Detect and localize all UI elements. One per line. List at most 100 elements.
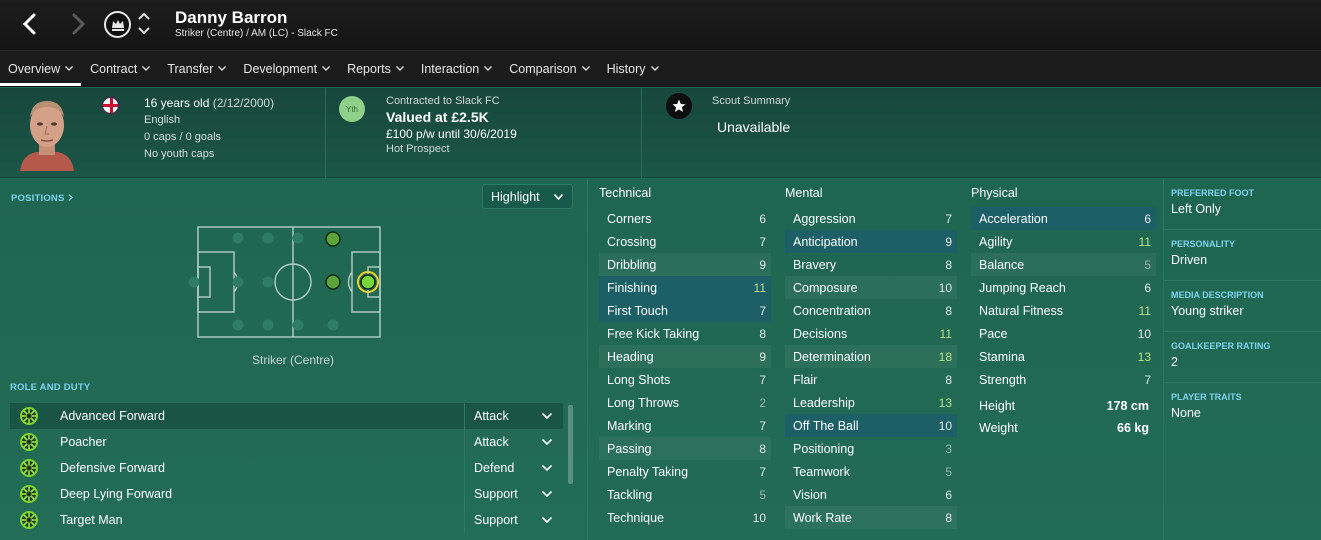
forward-arrow-icon[interactable] [64,10,92,38]
attr-value: 13 [938,395,952,410]
attr-row[interactable]: Natural Fitness 11 [971,299,1156,322]
role-list: Advanced Forward Attack Poacher Attack D… [10,403,563,533]
player-traits-value: None [1171,406,1201,420]
menu-interaction[interactable]: Interaction [413,51,500,86]
highlight-label: Highlight [491,189,540,204]
duty-dropdown[interactable]: Support [464,507,563,533]
menu-reports[interactable]: Reports [339,51,412,86]
player-name: Danny Barron [175,8,288,27]
attr-row[interactable]: Corners 6 [599,207,771,230]
positions-header[interactable]: POSITIONS [11,193,73,204]
attr-row[interactable]: Free Kick Taking 8 [599,322,771,345]
player-portrait[interactable] [18,95,76,171]
duty-label: Defend [474,461,515,475]
attr-row[interactable]: Off The Ball 10 [785,414,957,437]
menu-overview[interactable]: Overview [0,51,82,86]
attr-row[interactable]: Long Shots 7 [599,368,771,391]
attr-row[interactable]: Flair 8 [785,368,957,391]
menu-comparison[interactable]: Comparison [501,51,597,86]
chevron-down-icon [542,491,552,497]
back-arrow-icon[interactable] [16,10,44,38]
role-row-deep-lying-forward[interactable]: Deep Lying Forward Support [10,481,563,507]
player-info-strip: 16 years old (2/12/2000) English 0 caps … [0,88,1321,178]
attr-row[interactable]: Tackling 5 [599,483,771,506]
attr-row[interactable]: Composure 10 [785,276,957,299]
chevron-down-icon [542,413,552,419]
attr-row[interactable]: Aggression 7 [785,207,957,230]
attr-value: 7 [759,303,766,318]
role-row-defensive-forward[interactable]: Defensive Forward Defend [10,455,563,481]
attr-row[interactable]: Penalty Taking 7 [599,460,771,483]
highlight-dropdown[interactable]: Highlight [482,184,573,209]
technical-header: Technical [599,186,652,200]
menu-contract[interactable]: Contract [82,51,158,86]
attr-row[interactable]: Marking 7 [599,414,771,437]
duty-dropdown[interactable]: Attack [464,429,563,455]
attr-value: 11 [939,326,952,341]
attr-row[interactable]: Decisions 11 [785,322,957,345]
attr-value: 7 [759,234,766,249]
attr-row[interactable]: Long Throws 2 [599,391,771,414]
attr-row[interactable]: Strength 7 [971,368,1156,391]
weight-row: Weight 66 kg [971,417,1156,439]
attr-row[interactable]: Heading 9 [599,345,771,368]
attr-value: 7 [1144,372,1151,387]
chevron-down-icon [554,194,563,200]
menu-development[interactable]: Development [235,51,338,86]
attr-row[interactable]: Dribbling 9 [599,253,771,276]
duty-dropdown[interactable]: Defend [464,455,563,481]
preferred-foot-block: PREFERRED FOOT Left Only [1164,179,1321,230]
duty-dropdown[interactable]: Attack [464,403,563,429]
role-row-advanced-forward[interactable]: Advanced Forward Attack [10,403,563,429]
attr-row[interactable]: Stamina 13 [971,345,1156,368]
attr-row[interactable]: First Touch 7 [599,299,771,322]
attr-row[interactable]: Agility 11 [971,230,1156,253]
attr-name: Bravery [793,257,837,272]
divider [641,88,642,178]
chevron-right-icon [67,194,73,201]
attr-row[interactable]: Anticipation 9 [785,230,957,253]
player-traits-block: PLAYER TRAITS None [1164,383,1321,434]
personality-label: PERSONALITY [1171,239,1236,249]
caps-goals: 0 caps / 0 goals [144,131,222,143]
media-description-value: Young striker [1171,304,1244,318]
menu-history[interactable]: History [599,51,667,86]
attr-row[interactable]: Pace 10 [971,322,1156,345]
up-down-chevron-icon[interactable] [136,9,152,39]
attr-row[interactable]: Determination 18 [785,345,957,368]
attr-row[interactable]: Acceleration 6 [971,207,1156,230]
menu-transfer[interactable]: Transfer [159,51,234,86]
duty-dropdown[interactable]: Support [464,481,563,507]
attr-name: Aggression [793,211,856,226]
attr-value: 5 [1144,257,1151,272]
attr-row[interactable]: Work Rate 8 [785,506,957,529]
attr-value: 8 [945,372,952,387]
attr-row[interactable]: Positioning 3 [785,437,957,460]
attr-row[interactable]: Leadership 13 [785,391,957,414]
height-row: Height 178 cm [971,395,1156,417]
goalkeeper-rating-block: GOALKEEPER RATING 2 [1164,332,1321,383]
nationality[interactable]: English [144,114,180,126]
club-crest-icon[interactable] [104,11,131,38]
attr-row[interactable]: Teamwork 5 [785,460,957,483]
role-name: Target Man [60,513,123,527]
attr-row[interactable]: Bravery 8 [785,253,957,276]
menu-label: Contract [90,61,138,76]
attr-value: 5 [945,464,952,479]
attr-row[interactable]: Technique 10 [599,506,771,529]
role-row-target-man[interactable]: Target Man Support [10,507,563,533]
contract-label: Contracted to Slack FC [386,95,500,107]
attr-row[interactable]: Vision 6 [785,483,957,506]
attr-row[interactable]: Passing 8 [599,437,771,460]
attr-row[interactable]: Jumping Reach 6 [971,276,1156,299]
attr-row[interactable]: Balance 5 [971,253,1156,276]
role-list-scrollbar[interactable] [568,405,573,484]
attr-value: 9 [945,234,952,249]
role-rating-wheel-icon [20,511,38,529]
attr-row[interactable]: Finishing 11 [599,276,771,299]
height-value: 178 cm [1106,399,1149,413]
attr-row[interactable]: Crossing 7 [599,230,771,253]
attr-value: 11 [1138,303,1151,318]
attr-row[interactable]: Concentration 8 [785,299,957,322]
role-row-poacher[interactable]: Poacher Attack [10,429,563,455]
